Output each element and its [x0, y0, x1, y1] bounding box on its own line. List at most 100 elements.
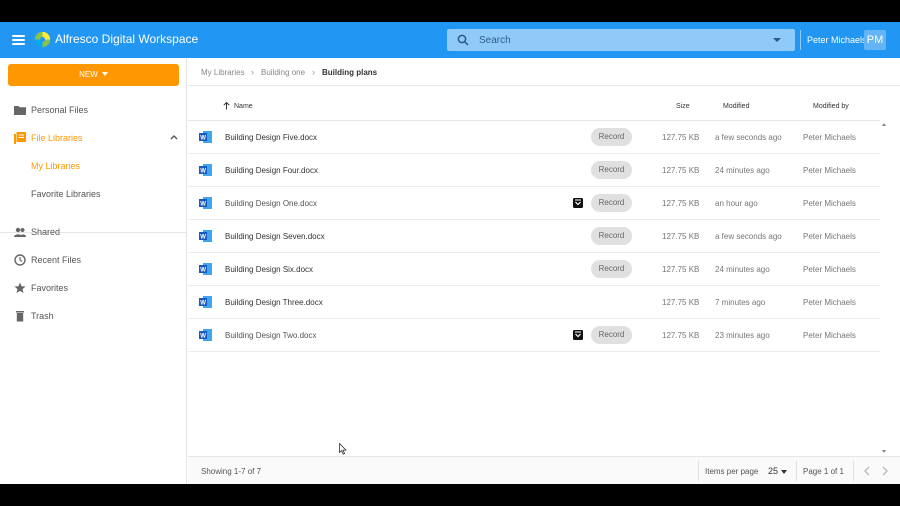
- word-document-icon: W: [199, 230, 212, 242]
- column-header-name[interactable]: Name: [234, 103, 253, 110]
- table-row[interactable]: W Building Design One.docx Record 127.75…: [188, 187, 880, 220]
- file-name[interactable]: Building Design Two.docx: [225, 331, 316, 340]
- sort-ascending-arrow-up-icon[interactable]: [223, 102, 230, 110]
- sidebar-item-recent-files[interactable]: Recent Files: [0, 251, 187, 271]
- scrollbar[interactable]: [880, 121, 890, 456]
- file-modified: 24 minutes ago: [715, 166, 770, 175]
- file-name[interactable]: Building Design Four.docx: [225, 166, 318, 175]
- record-badge[interactable]: Record: [591, 326, 632, 344]
- word-document-icon: W: [199, 131, 212, 143]
- file-modified: 7 minutes ago: [715, 298, 766, 307]
- file-size: 127.75 KB: [662, 298, 700, 307]
- record-badge[interactable]: Record: [591, 227, 632, 245]
- column-header-size[interactable]: Size: [676, 103, 690, 110]
- file-name[interactable]: Building Design One.docx: [225, 199, 317, 208]
- search-options-chevron-down-icon[interactable]: [773, 38, 781, 42]
- file-name[interactable]: Building Design Five.docx: [225, 133, 317, 142]
- table-row[interactable]: W Building Design Two.docx Record 127.75…: [188, 319, 880, 352]
- sidebar-item-label: Shared: [31, 227, 61, 237]
- clock-icon: [14, 254, 26, 266]
- scroll-up-arrow-icon[interactable]: [882, 123, 886, 126]
- word-document-icon: W: [199, 263, 212, 275]
- trash-icon: [16, 311, 24, 322]
- table-row[interactable]: W Building Design Seven.docx Record 127.…: [188, 220, 880, 253]
- chevron-down-icon: [101, 72, 108, 76]
- sidebar-item-file-libraries[interactable]: File Libraries: [0, 129, 187, 149]
- file-modified-by: Peter Michaels: [803, 265, 856, 274]
- pagination-divider: [796, 461, 797, 481]
- scroll-down-arrow-icon[interactable]: [882, 450, 886, 453]
- sidebar-item-label: Favorites: [31, 283, 69, 293]
- record-badge[interactable]: Record: [591, 194, 632, 212]
- sidebar-item-label: Recent Files: [31, 255, 82, 265]
- items-per-page-select[interactable]: 25: [768, 466, 778, 476]
- file-modified: 24 minutes ago: [715, 265, 770, 274]
- chevron-down-icon[interactable]: [781, 470, 787, 474]
- locked-archive-icon: [573, 330, 583, 340]
- file-name[interactable]: Building Design Three.docx: [225, 298, 323, 307]
- file-modified: an hour ago: [715, 199, 758, 208]
- pagination-divider: [853, 461, 854, 481]
- file-modified-by: Peter Michaels: [803, 298, 856, 307]
- avatar[interactable]: PM: [864, 30, 886, 50]
- chevron-up-icon[interactable]: [170, 134, 178, 140]
- file-size: 127.75 KB: [662, 265, 700, 274]
- record-badge[interactable]: Record: [591, 161, 632, 179]
- new-button[interactable]: NEW: [8, 64, 179, 86]
- header-divider: [800, 30, 801, 50]
- sidebar-item-favorites[interactable]: Favorites: [0, 279, 187, 299]
- page-indicator[interactable]: Page 1 of 1: [803, 467, 844, 476]
- breadcrumb: My Libraries › Building one › Building p…: [188, 58, 900, 86]
- file-modified-by: Peter Michaels: [803, 199, 856, 208]
- sidebar-item-label: My Libraries: [31, 161, 81, 171]
- next-page-chevron-right-icon[interactable]: [880, 465, 890, 477]
- star-icon: [14, 282, 26, 293]
- column-header-modified-by[interactable]: Modified by: [813, 103, 849, 110]
- record-badge[interactable]: Record: [591, 260, 632, 278]
- app-title[interactable]: Alfresco Digital Workspace: [55, 32, 198, 46]
- folder-icon: [14, 106, 26, 115]
- previous-page-chevron-left-icon[interactable]: [862, 465, 872, 477]
- record-badge[interactable]: Record: [591, 128, 632, 146]
- svg-text:W: W: [200, 267, 206, 273]
- new-button-label: NEW: [79, 70, 98, 79]
- file-modified-by: Peter Michaels: [803, 166, 856, 175]
- app-window: Alfresco Digital Workspace Peter Michael…: [0, 22, 900, 484]
- column-header-modified[interactable]: Modified: [723, 103, 749, 110]
- sidebar-item-label: File Libraries: [31, 133, 83, 143]
- breadcrumb-item[interactable]: Building one: [261, 68, 305, 77]
- file-size: 127.75 KB: [662, 166, 700, 175]
- sidebar: NEW Personal Files File Libraries My Lib…: [0, 58, 187, 484]
- file-name[interactable]: Building Design Six.docx: [225, 265, 313, 274]
- alfresco-logo-icon: [34, 31, 51, 48]
- sidebar-item-favorite-libraries[interactable]: Favorite Libraries: [0, 185, 187, 205]
- sidebar-item-shared[interactable]: Shared: [0, 223, 187, 243]
- breadcrumb-current: Building plans: [322, 68, 378, 77]
- table-row[interactable]: W Building Design Six.docx Record 127.75…: [188, 253, 880, 286]
- svg-text:W: W: [200, 333, 206, 339]
- library-icon: [14, 132, 26, 144]
- table-row[interactable]: W Building Design Three.docx 127.75 KB 7…: [188, 286, 880, 319]
- search-bar[interactable]: [447, 29, 795, 51]
- hamburger-menu-icon[interactable]: [12, 35, 25, 45]
- search-input[interactable]: [479, 32, 769, 48]
- search-icon: [457, 34, 469, 46]
- breadcrumb-separator-chevron-right-icon: ›: [312, 67, 315, 77]
- pagination-bar: Showing 1-7 of 7 Items per page 25 Page …: [188, 456, 900, 484]
- file-name[interactable]: Building Design Seven.docx: [225, 232, 325, 241]
- file-size: 127.75 KB: [662, 331, 700, 340]
- breadcrumb-item[interactable]: My Libraries: [201, 68, 245, 77]
- word-document-icon: W: [199, 164, 212, 176]
- table-row[interactable]: W Building Design Four.docx Record 127.7…: [188, 154, 880, 187]
- svg-text:W: W: [200, 135, 206, 141]
- svg-text:W: W: [200, 300, 206, 306]
- user-name[interactable]: Peter Michaels: [807, 35, 867, 45]
- file-size: 127.75 KB: [662, 232, 700, 241]
- sidebar-item-trash[interactable]: Trash: [0, 307, 187, 327]
- table-row[interactable]: W Building Design Five.docx Record 127.7…: [188, 121, 880, 154]
- sidebar-item-label: Personal Files: [31, 105, 89, 115]
- app-header: Alfresco Digital Workspace Peter Michael…: [0, 22, 900, 58]
- sidebar-item-my-libraries[interactable]: My Libraries: [0, 157, 187, 177]
- file-size: 127.75 KB: [662, 133, 700, 142]
- sidebar-item-personal-files[interactable]: Personal Files: [0, 101, 187, 121]
